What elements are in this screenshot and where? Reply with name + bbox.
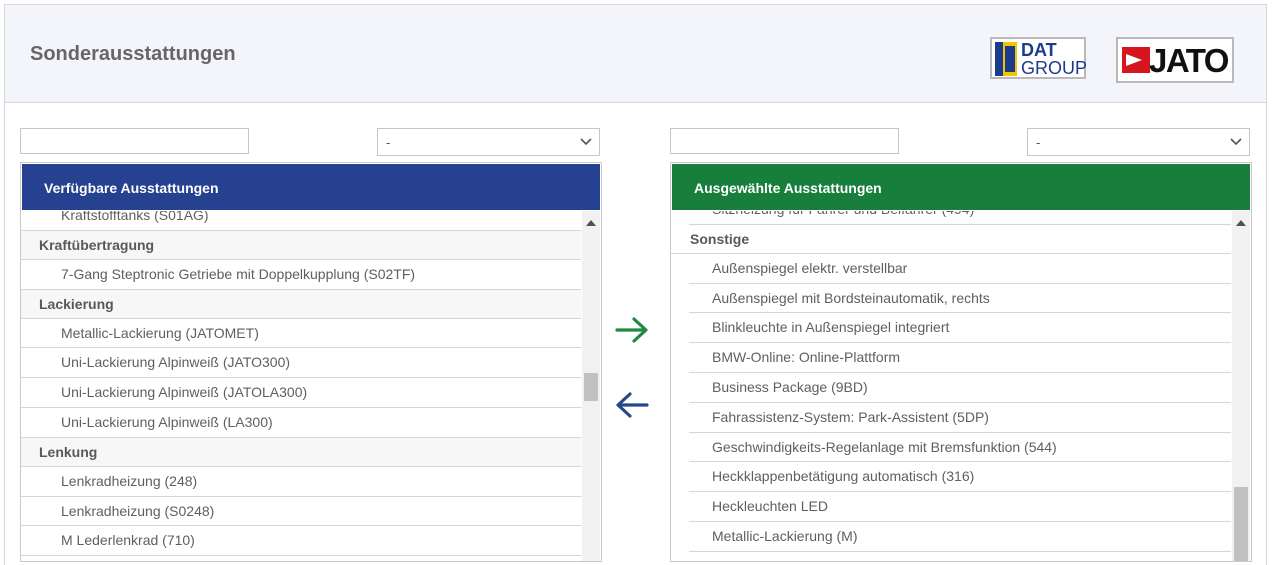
list-item[interactable]: Lenkradheizung (S0248) bbox=[21, 497, 581, 527]
available-scrollbar[interactable] bbox=[582, 211, 600, 561]
list-item[interactable]: Lenkradheizung (248) bbox=[21, 467, 581, 497]
available-equipment-panel: Verfügbare Ausstattungen Kraftstofftanks… bbox=[20, 162, 602, 562]
right-select-value: - bbox=[1036, 135, 1041, 150]
list-item[interactable]: Business Package (9BD) bbox=[689, 373, 1231, 403]
list-item[interactable]: Uni-Lackierung Alpinweiß (JATOLA300) bbox=[21, 378, 581, 408]
arrow-right-icon[interactable] bbox=[614, 316, 650, 344]
list-item[interactable]: M Lederlenkrad (710) bbox=[21, 526, 581, 557]
left-category-select[interactable]: - bbox=[377, 128, 600, 156]
list-item[interactable]: Uni-Lackierung Alpinweiß (LA300) bbox=[21, 408, 581, 438]
list-item[interactable]: Außenspiegel mit Bordsteinautomatik, rec… bbox=[689, 284, 1231, 314]
list-item[interactable]: Fahrassistenz-System: Park-Assistent (5D… bbox=[689, 403, 1231, 433]
jato-logo-icon bbox=[1122, 47, 1150, 73]
jato-logo-text: JATO bbox=[1149, 42, 1229, 79]
list-item[interactable]: Kraftstofftanks (S01AG) bbox=[21, 211, 581, 231]
available-scroll-thumb[interactable] bbox=[584, 373, 598, 401]
list-item[interactable]: Uni-Lackierung Alpinweiß (JATO300) bbox=[21, 348, 581, 379]
list-item[interactable]: Metallic-Lackierung (JATOMET) bbox=[21, 319, 581, 349]
list-item[interactable]: Außenspiegel elektr. verstellbar bbox=[689, 254, 1231, 284]
dat-logo-icon bbox=[995, 42, 1017, 76]
selected-panel-header: Ausgewählte Ausstattungen bbox=[672, 164, 1250, 210]
list-item[interactable]: Sitzheizung für Fahrer und Beifahrer (49… bbox=[689, 211, 1231, 225]
list-item[interactable]: Blinkleuchte in Außenspiegel integriert bbox=[689, 313, 1231, 344]
selected-scrollbar[interactable] bbox=[1232, 211, 1250, 561]
scroll-up-icon[interactable] bbox=[1236, 220, 1246, 226]
category-header: Lenkung bbox=[21, 437, 581, 467]
chevron-down-icon bbox=[580, 138, 592, 146]
scroll-up-icon[interactable] bbox=[586, 220, 596, 226]
right-category-select[interactable]: - bbox=[1027, 128, 1250, 156]
list-item[interactable]: 7-Gang Steptronic Getriebe mit Doppelkup… bbox=[21, 260, 581, 290]
available-list: Kraftstofftanks (S01AG) Kraftübertragung 7… bbox=[21, 211, 581, 561]
arrow-left-icon[interactable] bbox=[614, 391, 650, 419]
available-panel-header: Verfügbare Ausstattungen bbox=[22, 164, 600, 210]
left-select-value: - bbox=[386, 135, 391, 150]
list-item[interactable]: BMW-Online: Online-Plattform bbox=[689, 343, 1231, 373]
list-item[interactable]: Geschwindigkeits-Regelanlage mit Bremsfu… bbox=[689, 433, 1231, 463]
left-filter-input[interactable] bbox=[20, 128, 249, 154]
group-logo-text: GROUP bbox=[1021, 58, 1088, 78]
chevron-down-icon bbox=[1230, 138, 1242, 146]
list-item[interactable]: Metallic-Lackierung (M) bbox=[689, 522, 1231, 552]
selected-list: Sitzheizung für Fahrer und Beifahrer (49… bbox=[671, 211, 1231, 561]
category-header: Kraftübertragung bbox=[21, 230, 581, 260]
right-filter-input[interactable] bbox=[670, 128, 899, 154]
page-header: Sonderausstattungen DAT GROUP JATO bbox=[5, 5, 1266, 103]
page-title: Sonderausstattungen bbox=[30, 43, 236, 65]
list-item[interactable]: Heckleuchten LED bbox=[689, 492, 1231, 522]
list-item[interactable]: Heckklappenbetätigung automatisch (316) bbox=[689, 462, 1231, 493]
dat-group-logo: DAT GROUP bbox=[990, 37, 1088, 79]
selected-equipment-panel: Ausgewählte Ausstattungen Sitzheizung fü… bbox=[670, 162, 1252, 562]
category-header: Sonstige bbox=[671, 224, 1231, 254]
jato-logo: JATO bbox=[1116, 37, 1234, 83]
category-header: Lackierung bbox=[21, 289, 581, 319]
